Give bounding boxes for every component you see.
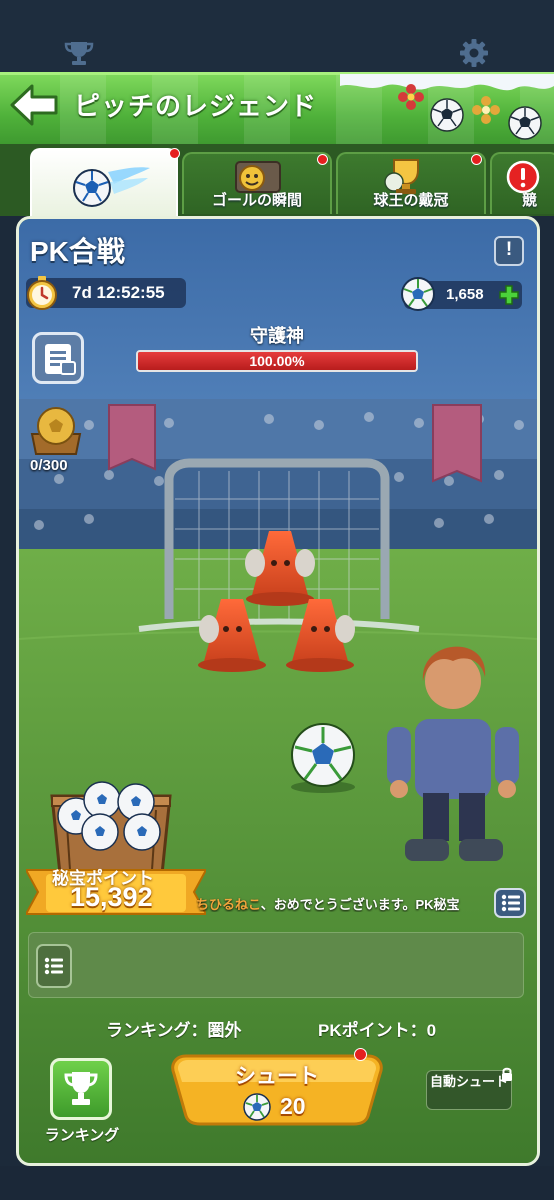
ticker-message: 、おめでとうございます。PK秘宝 (260, 897, 460, 912)
bottom-system-bar (0, 1166, 554, 1200)
record-list-icon (45, 344, 76, 375)
lock-icon (502, 1067, 512, 1081)
tab-competition[interactable]: 競 (490, 152, 554, 214)
flying-soccer-ball-icon (73, 167, 150, 207)
stopwatch-icon (27, 276, 57, 310)
tab-label: 球王の戴冠 (373, 192, 449, 209)
shoot-button-label: シュート (235, 1065, 319, 1088)
tab-notification-dot (471, 154, 482, 165)
tab-notification-dot (317, 154, 328, 165)
event-timer: 7d 12:52:55 (72, 283, 165, 302)
treasure-points-value: 15,392 (70, 882, 153, 912)
info-label: ! (505, 239, 513, 260)
info-button[interactable]: ! (494, 236, 524, 266)
message-area (28, 932, 524, 998)
soccer-ball-decoration-icon (508, 106, 542, 140)
tab-notification-dot (169, 148, 180, 159)
tab-label: 競 (522, 192, 538, 209)
soccer-ball-currency-icon (401, 277, 435, 311)
add-currency-icon[interactable] (498, 284, 520, 306)
chest-progress: 0/300 (30, 457, 68, 474)
back-button[interactable] (10, 82, 60, 128)
page-title: ピッチのレジェンド (74, 91, 318, 121)
golden-ball-chest-icon[interactable] (26, 404, 86, 456)
shoot-notification-dot (354, 1048, 367, 1061)
ticker-name: ちひるねこ (196, 897, 261, 912)
star-decoration-icon (472, 96, 500, 124)
pk-points: PKポイント：0 (318, 1021, 437, 1040)
gear-icon[interactable] (459, 38, 489, 68)
ranking-status: ランキング：圏外 (106, 1021, 242, 1040)
flower-decoration-icon (398, 84, 424, 110)
currency-value: 1,658 (446, 286, 484, 303)
message-list-button[interactable] (36, 944, 72, 988)
tab-goal-moment[interactable]: ゴールの瞬間 (182, 152, 332, 214)
soccer-ball-decoration-icon (430, 98, 464, 132)
ranking-button-label: ランキング (44, 1127, 120, 1144)
soccer-ball-currency-icon (243, 1093, 271, 1121)
news-ticker: ちひるねこ、おめでとうございます。PK秘宝 (196, 894, 486, 912)
ticker-list-button[interactable] (494, 888, 526, 918)
boss-hp-text: 100.00% (249, 353, 305, 369)
tab-label: ゴールの瞬間 (211, 192, 302, 209)
records-button[interactable] (32, 332, 84, 384)
snow-decoration (340, 74, 554, 91)
shoot-cost: 20 (280, 1093, 306, 1119)
trophy-icon[interactable] (64, 40, 94, 66)
tab-pk-battle[interactable] (30, 148, 180, 218)
trophy-icon (64, 1072, 98, 1105)
tab-king-coronation[interactable]: 球王の戴冠 (336, 152, 486, 214)
ranking-button[interactable] (50, 1058, 112, 1120)
list-icon (501, 894, 520, 912)
list-icon (44, 957, 63, 975)
event-title: PK合戦 (30, 236, 125, 267)
